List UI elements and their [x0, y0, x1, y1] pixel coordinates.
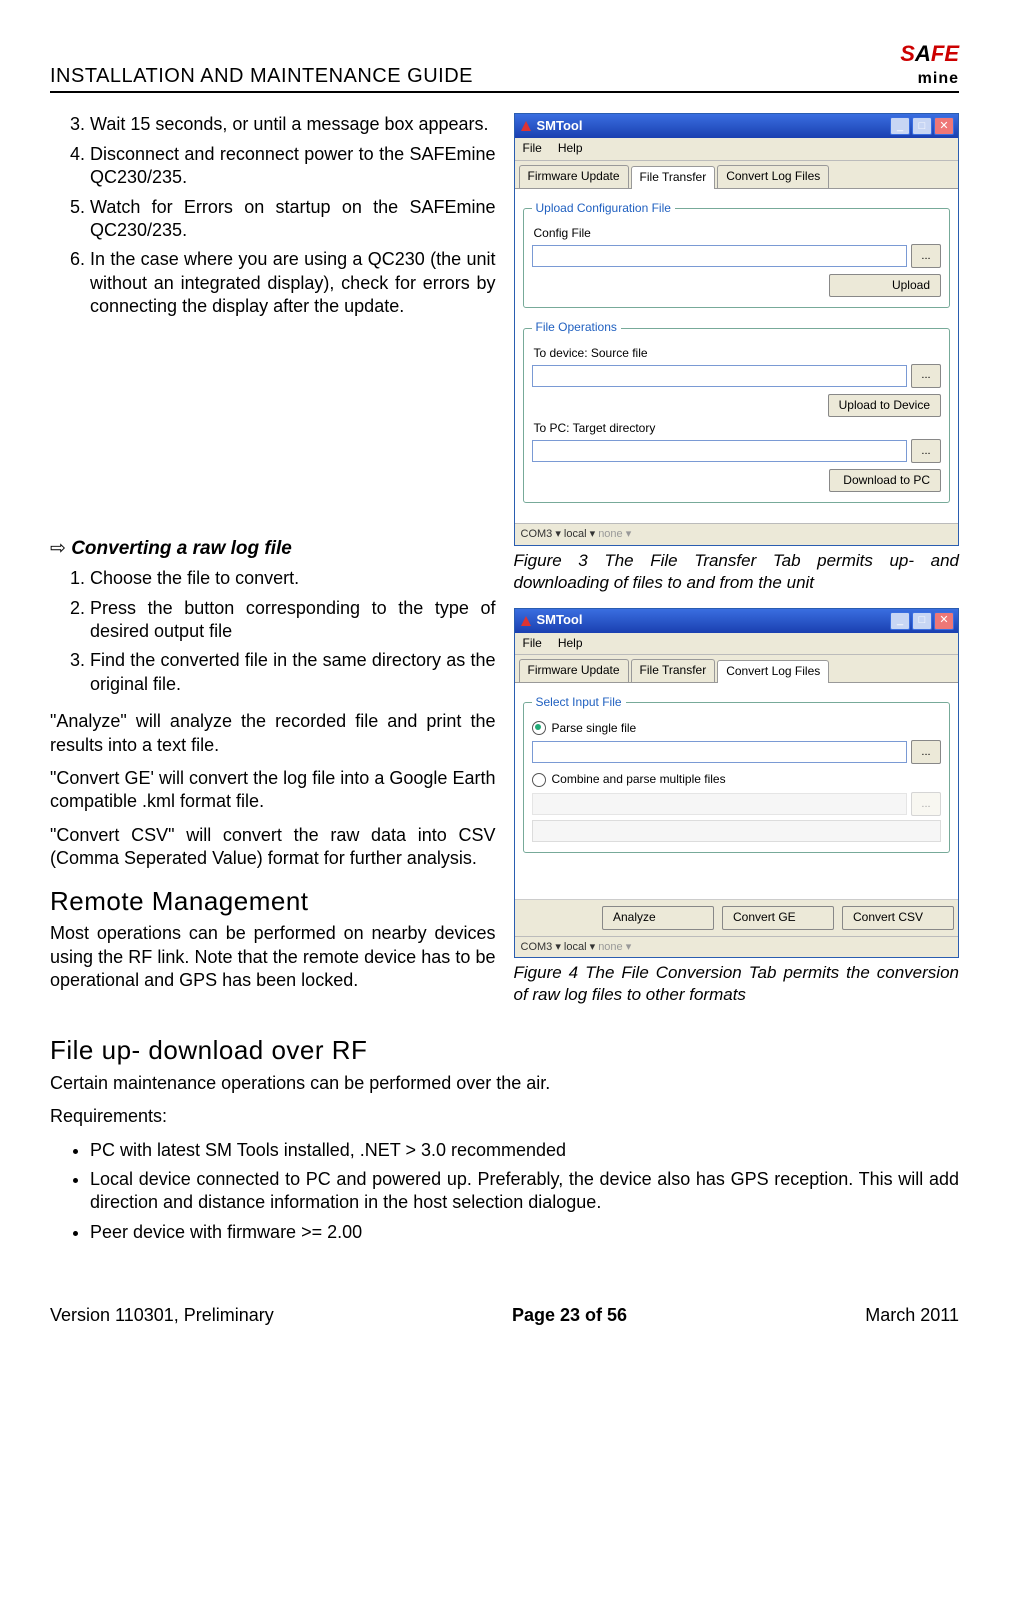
multi-file-input: [532, 793, 908, 815]
figure3-caption: Figure 3 The File Transfer Tab permits u…: [514, 550, 960, 594]
label-config-file: Config File: [534, 226, 942, 242]
status-com[interactable]: COM3 ▾: [521, 941, 561, 953]
maximize-icon[interactable]: □: [912, 612, 932, 630]
para-rf: Certain maintenance operations can be pe…: [50, 1072, 959, 1095]
status-local[interactable]: local ▾: [564, 528, 595, 540]
menu-file[interactable]: File: [523, 636, 542, 652]
config-file-input[interactable]: [532, 245, 908, 267]
browse-button[interactable]: ...: [911, 364, 941, 388]
browse-button[interactable]: ...: [911, 244, 941, 268]
footer-date: March 2011: [865, 1304, 959, 1327]
status-com[interactable]: COM3 ▾: [521, 528, 561, 540]
label-to-device: To device: Source file: [534, 346, 942, 362]
list-item: Wait 15 seconds, or until a message box …: [90, 113, 496, 136]
footer-page-number: Page 23 of 56: [512, 1304, 627, 1327]
list-item: Local device connected to PC and powered…: [90, 1168, 959, 1215]
list-item: Watch for Errors on startup on the SAFEm…: [90, 196, 496, 243]
requirements-list: PC with latest SM Tools installed, .NET …: [50, 1139, 959, 1245]
titlebar[interactable]: SMTool _ □ ✕: [515, 609, 959, 633]
menu-file[interactable]: File: [523, 141, 542, 157]
doc-title: INSTALLATION AND MAINTENANCE GUIDE: [50, 63, 473, 89]
heading-remote-management: Remote Management: [50, 885, 496, 919]
status-local[interactable]: local ▾: [564, 941, 595, 953]
safemine-logo: SAFE mine: [900, 40, 959, 89]
smtool-window-file-transfer: SMTool _ □ ✕ File Help Firmware Update F…: [514, 113, 960, 545]
maximize-icon[interactable]: □: [912, 117, 932, 135]
list-item: Peer device with firmware >= 2.00: [90, 1221, 959, 1244]
footer-version: Version 110301, Preliminary: [50, 1304, 274, 1327]
group-file-operations: File Operations To device: Source file .…: [523, 320, 951, 503]
status-none[interactable]: none ▾: [598, 528, 631, 540]
status-none[interactable]: none ▾: [598, 941, 631, 953]
label-to-pc: To PC: Target directory: [534, 421, 942, 437]
tab-firmware-update[interactable]: Firmware Update: [519, 659, 629, 682]
tab-strip: Firmware Update File Transfer Convert Lo…: [515, 161, 959, 189]
list-item: Choose the file to convert.: [90, 567, 496, 590]
tab-strip: Firmware Update File Transfer Convert Lo…: [515, 655, 959, 683]
window-title: SMTool: [537, 118, 583, 135]
group-legend: Upload Configuration File: [532, 201, 675, 217]
upload-button[interactable]: Upload: [829, 274, 941, 298]
target-dir-input[interactable]: [532, 440, 908, 462]
menu-help[interactable]: Help: [558, 636, 583, 652]
para-analyze: "Analyze" will analyze the recorded file…: [50, 710, 496, 757]
smtool-window-convert-log: SMTool _ □ ✕ File Help Firmware Update F…: [514, 608, 960, 958]
upload-to-device-button[interactable]: Upload to Device: [828, 394, 941, 418]
close-icon[interactable]: ✕: [934, 117, 954, 135]
browse-button[interactable]: ...: [911, 439, 941, 463]
instruction-list-2: Choose the file to convert. Press the bu…: [50, 567, 496, 696]
window-title: SMTool: [537, 612, 583, 629]
menubar: File Help: [515, 633, 959, 656]
group-select-input: Select Input File Parse single file ... …: [523, 695, 951, 853]
list-item: Disconnect and reconnect power to the SA…: [90, 143, 496, 190]
titlebar[interactable]: SMTool _ □ ✕: [515, 114, 959, 138]
figure4-caption: Figure 4 The File Conversion Tab permits…: [514, 962, 960, 1006]
page-header: INSTALLATION AND MAINTENANCE GUIDE SAFE …: [50, 40, 959, 93]
download-to-pc-button[interactable]: Download to PC: [829, 469, 941, 493]
radio-combine-multiple[interactable]: [532, 773, 546, 787]
list-item: Find the converted file in the same dire…: [90, 649, 496, 696]
tab-file-transfer[interactable]: File Transfer: [631, 166, 716, 189]
tab-convert-log-files[interactable]: Convert Log Files: [717, 165, 829, 188]
list-item: PC with latest SM Tools installed, .NET …: [90, 1139, 959, 1162]
app-icon: [519, 119, 533, 133]
minimize-icon[interactable]: _: [890, 612, 910, 630]
requirements-label: Requirements:: [50, 1105, 959, 1128]
page-footer: Version 110301, Preliminary Page 23 of 5…: [50, 1304, 959, 1327]
group-upload-config: Upload Configuration File Config File ..…: [523, 201, 951, 309]
multi-file-select: [532, 820, 942, 842]
para-convert-ge: "Convert GE' will convert the log file i…: [50, 767, 496, 814]
group-legend: File Operations: [532, 320, 621, 336]
app-icon: [519, 614, 533, 628]
source-file-input[interactable]: [532, 365, 908, 387]
close-icon[interactable]: ✕: [934, 612, 954, 630]
tab-firmware-update[interactable]: Firmware Update: [519, 165, 629, 188]
tab-file-transfer[interactable]: File Transfer: [631, 659, 716, 682]
menu-help[interactable]: Help: [558, 141, 583, 157]
statusbar: COM3 ▾ local ▾ none ▾: [515, 523, 959, 544]
section-heading-converting: Converting a raw log file: [50, 537, 496, 562]
para-remote: Most operations can be performed on near…: [50, 922, 496, 992]
browse-button[interactable]: ...: [911, 740, 941, 764]
list-item: Press the button corresponding to the ty…: [90, 597, 496, 644]
convert-csv-button[interactable]: Convert CSV: [842, 906, 954, 930]
browse-button: ...: [911, 792, 941, 816]
radio-label: Combine and parse multiple files: [552, 772, 726, 788]
list-item: In the case where you are using a QC230 …: [90, 248, 496, 318]
tab-convert-log-files[interactable]: Convert Log Files: [717, 660, 829, 683]
para-convert-csv: "Convert CSV" will convert the raw data …: [50, 824, 496, 871]
statusbar: COM3 ▾ local ▾ none ▾: [515, 936, 959, 957]
analyze-button[interactable]: Analyze: [602, 906, 714, 930]
single-file-input[interactable]: [532, 741, 908, 763]
heading-file-rf: File up- download over RF: [50, 1034, 959, 1068]
instruction-list-1: Wait 15 seconds, or until a message box …: [50, 113, 496, 318]
group-legend: Select Input File: [532, 695, 626, 711]
radio-label: Parse single file: [552, 721, 637, 737]
convert-ge-button[interactable]: Convert GE: [722, 906, 834, 930]
minimize-icon[interactable]: _: [890, 117, 910, 135]
radio-parse-single[interactable]: [532, 721, 546, 735]
menubar: File Help: [515, 138, 959, 161]
